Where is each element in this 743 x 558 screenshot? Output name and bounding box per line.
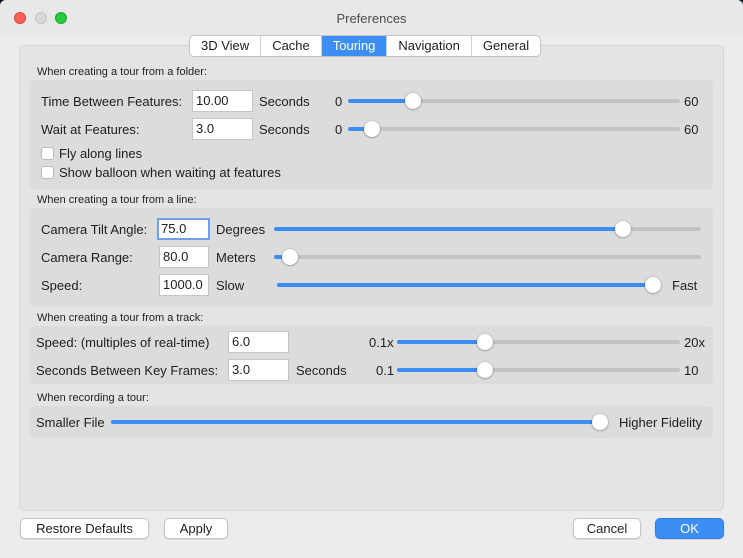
folder-section-heading: When creating a tour from a folder:: [37, 66, 207, 78]
camera-range-label: Camera Range:: [41, 250, 133, 265]
slider-knob[interactable]: [404, 93, 421, 109]
show-balloon-label: Show balloon when waiting at features: [59, 165, 281, 180]
slider-track: [274, 255, 701, 259]
restore-defaults-button[interactable]: Restore Defaults: [20, 518, 149, 539]
recording-quality-slider[interactable]: [111, 414, 608, 430]
tab-cache[interactable]: Cache: [261, 36, 322, 56]
camera-range-unit: Meters: [216, 250, 256, 265]
wait-at-slider[interactable]: [348, 121, 680, 137]
time-between-max: 60: [684, 94, 699, 109]
ok-button[interactable]: OK: [655, 518, 724, 539]
slider-knob[interactable]: [477, 362, 494, 378]
window-title: Preferences: [336, 11, 407, 26]
slider-fill: [397, 368, 486, 372]
apply-button[interactable]: Apply: [164, 518, 228, 539]
slider-track: [348, 127, 680, 131]
time-between-unit: Seconds: [259, 94, 310, 109]
preferences-window: Preferences 3D View Cache Touring Naviga…: [0, 0, 743, 558]
title-bar[interactable]: Preferences: [0, 0, 743, 36]
line-speed-input[interactable]: 1000.0: [159, 274, 209, 296]
wait-at-input[interactable]: 3.0: [192, 118, 253, 140]
camera-range-slider[interactable]: [274, 249, 701, 265]
slider-knob[interactable]: [592, 414, 608, 430]
recording-max-label: Higher Fidelity: [619, 415, 703, 430]
tilt-angle-unit: Degrees: [216, 222, 266, 237]
wait-at-min: 0: [335, 122, 343, 137]
wait-at-unit: Seconds: [259, 122, 310, 137]
tab-general[interactable]: General: [472, 36, 540, 56]
slider-knob[interactable]: [477, 334, 494, 350]
tab-navigation[interactable]: Navigation: [387, 36, 472, 56]
wait-at-max: 60: [684, 122, 699, 137]
slider-fill: [348, 99, 413, 103]
camera-range-input[interactable]: 80.0: [159, 246, 209, 268]
slider-fill: [111, 420, 600, 424]
line-speed-slider[interactable]: [277, 277, 661, 293]
tab-touring[interactable]: Touring: [321, 36, 388, 56]
slider-fill: [277, 283, 653, 287]
time-between-input[interactable]: 10.00: [192, 90, 253, 112]
track-section-heading: When creating a tour from a track:: [37, 312, 204, 324]
key-frames-slider[interactable]: [397, 362, 680, 378]
tab-bar: 3D View Cache Touring Navigation General: [189, 35, 542, 57]
tilt-angle-label: Camera Tilt Angle:: [41, 222, 148, 237]
slider-knob[interactable]: [645, 277, 661, 293]
track-speed-label: Speed: (multiples of real-time): [36, 335, 210, 350]
cancel-button[interactable]: Cancel: [573, 518, 641, 539]
wait-at-label: Wait at Features:: [41, 122, 140, 137]
key-frames-min: 0.1: [376, 363, 395, 378]
key-frames-max: 10: [684, 363, 699, 378]
line-speed-min: Slow: [216, 278, 245, 293]
key-frames-input[interactable]: 3.0: [228, 359, 289, 381]
track-speed-max: 20x: [684, 335, 705, 350]
tab-3d-view[interactable]: 3D View: [190, 36, 262, 56]
track-speed-min: 0.1x: [369, 335, 394, 350]
slider-knob[interactable]: [615, 221, 632, 237]
track-speed-slider[interactable]: [397, 334, 680, 350]
slider-knob[interactable]: [363, 121, 380, 137]
slider-fill: [274, 227, 624, 231]
recording-section-heading: When recording a tour:: [37, 392, 149, 404]
fly-along-lines-label: Fly along lines: [59, 146, 143, 161]
track-speed-input[interactable]: 6.0: [228, 331, 289, 353]
tilt-angle-slider[interactable]: [274, 221, 701, 237]
show-balloon-checkbox[interactable]: [41, 166, 54, 179]
line-speed-max: Fast: [672, 278, 698, 293]
line-speed-label: Speed:: [41, 278, 83, 293]
recording-min-label: Smaller File: [36, 415, 105, 430]
key-frames-label: Seconds Between Key Frames:: [36, 363, 219, 378]
line-section-heading: When creating a tour from a line:: [37, 194, 197, 206]
time-between-min: 0: [335, 94, 343, 109]
slider-fill: [397, 340, 486, 344]
tilt-angle-input[interactable]: 75.0: [157, 218, 210, 240]
slider-knob[interactable]: [282, 249, 299, 265]
time-between-label: Time Between Features:: [41, 94, 183, 109]
time-between-slider[interactable]: [348, 93, 680, 109]
fly-along-lines-checkbox[interactable]: [41, 147, 54, 160]
key-frames-unit: Seconds: [296, 363, 347, 378]
